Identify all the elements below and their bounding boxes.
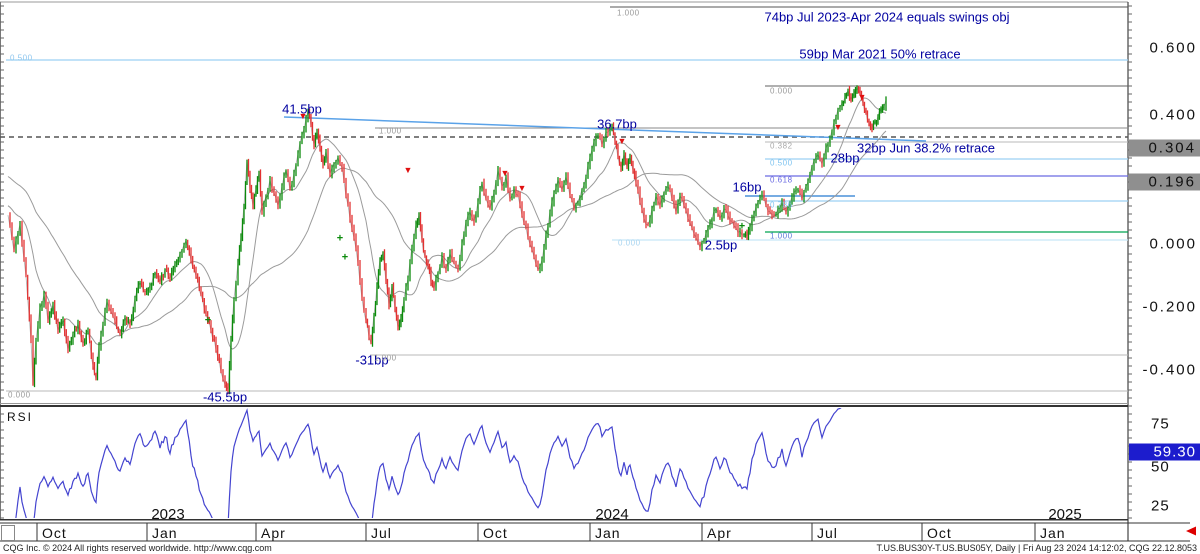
month-label[interactable]: Apr — [707, 525, 732, 541]
fib-level-label: 0.000 — [8, 391, 31, 400]
rsi-value-box: 59.30 — [1129, 444, 1200, 461]
month-label[interactable]: Oct — [483, 525, 508, 541]
rsi-axis-tick: 50 — [1151, 459, 1170, 476]
buy-signal-icon: + — [205, 315, 211, 327]
fib-level-label: 1.000 — [617, 9, 640, 18]
rsi-axis-tick: 25 — [1151, 498, 1170, 515]
fib-level-label: 0.786 — [770, 201, 793, 210]
chart-annotation: 41.5bp — [282, 102, 322, 117]
fib-level-label: 1.000 — [374, 354, 397, 363]
sell-signal-icon: ▼ — [404, 165, 413, 175]
rsi-panel-title: RSI — [7, 410, 33, 424]
fib-level-label: 0.618 — [770, 176, 793, 185]
axis-corner-box[interactable] — [1, 525, 15, 541]
buy-signal-icon: + — [337, 233, 343, 245]
scroll-to-latest-arrow[interactable] — [1186, 527, 1196, 536]
sell-signal-icon: ▼ — [834, 122, 843, 132]
month-label[interactable]: Oct — [927, 525, 952, 541]
chart-annotation: 16bp — [733, 180, 762, 195]
month-label[interactable]: Oct — [42, 525, 67, 541]
chart-annotation: 59bp Mar 2021 50% retrace — [799, 47, 960, 62]
symbol-timestamp-text: T.US.BUS30Y-T.US.BUS05Y, Daily | Fri Aug… — [876, 543, 1197, 553]
sell-signal-icon: ▼ — [501, 168, 510, 178]
month-label[interactable]: Jul — [817, 525, 838, 541]
chart-canvas[interactable]: ▼▼▼▼▼▼▼++++ — [0, 0, 1200, 554]
buy-signal-icon: + — [739, 221, 745, 233]
price-level-box: 0.304 — [1129, 140, 1200, 157]
month-label[interactable]: Jan — [595, 525, 621, 541]
fib-level-label: 0.500 — [10, 54, 33, 63]
status-bar: CQG Inc. © 2024 All rights reserved worl… — [0, 542, 1200, 554]
price-axis-tick: 0.600 — [1130, 40, 1200, 57]
fib-level-label: 0.382 — [770, 142, 793, 151]
fib-level-label: 0.000 — [770, 87, 793, 96]
chart-annotation: 2.5bp — [705, 238, 738, 253]
month-label[interactable]: Jan — [152, 525, 178, 541]
price-axis-tick: -0.400 — [1130, 362, 1200, 379]
sell-signal-icon: ▼ — [858, 92, 867, 102]
chart-annotation: 74bp Jul 2023-Apr 2024 equals swings obj — [764, 10, 1009, 25]
price-axis-tick: 0.400 — [1130, 107, 1200, 124]
year-label: 2024 — [595, 506, 628, 523]
fib-level-label: 1.000 — [379, 127, 402, 136]
price-axis-tick: 0.000 — [1130, 236, 1200, 253]
sell-signal-icon: ▼ — [518, 183, 527, 193]
month-label[interactable]: Jan — [1040, 525, 1066, 541]
chart-annotation: -45.5bp — [203, 390, 247, 405]
fib-level-label: 0.000 — [618, 239, 641, 248]
price-level-box: 0.196 — [1129, 174, 1200, 191]
month-label[interactable]: Jul — [371, 525, 392, 541]
month-label[interactable]: Apr — [261, 525, 286, 541]
chart-annotation: 32bp Jun 38.2% retrace — [857, 141, 995, 156]
rsi-axis-tick: 75 — [1151, 416, 1170, 433]
sell-signal-icon: ▼ — [618, 136, 627, 146]
fib-level-label: 0.500 — [770, 159, 793, 168]
year-label: 2025 — [1048, 506, 1081, 523]
cqg-chart-window: ▼▼▼▼▼▼▼++++ 0.6000.4000.3040.1960.000-0.… — [0, 0, 1200, 554]
price-axis-tick: -0.200 — [1130, 299, 1200, 316]
year-label: 2023 — [151, 506, 184, 523]
copyright-text: CQG Inc. © 2024 All rights reserved worl… — [3, 543, 272, 553]
fib-level-label: 1.000 — [770, 232, 793, 241]
chart-annotation: 28bp — [831, 151, 860, 166]
buy-signal-icon: + — [342, 252, 348, 264]
chart-annotation: 36.7bp — [597, 117, 637, 132]
